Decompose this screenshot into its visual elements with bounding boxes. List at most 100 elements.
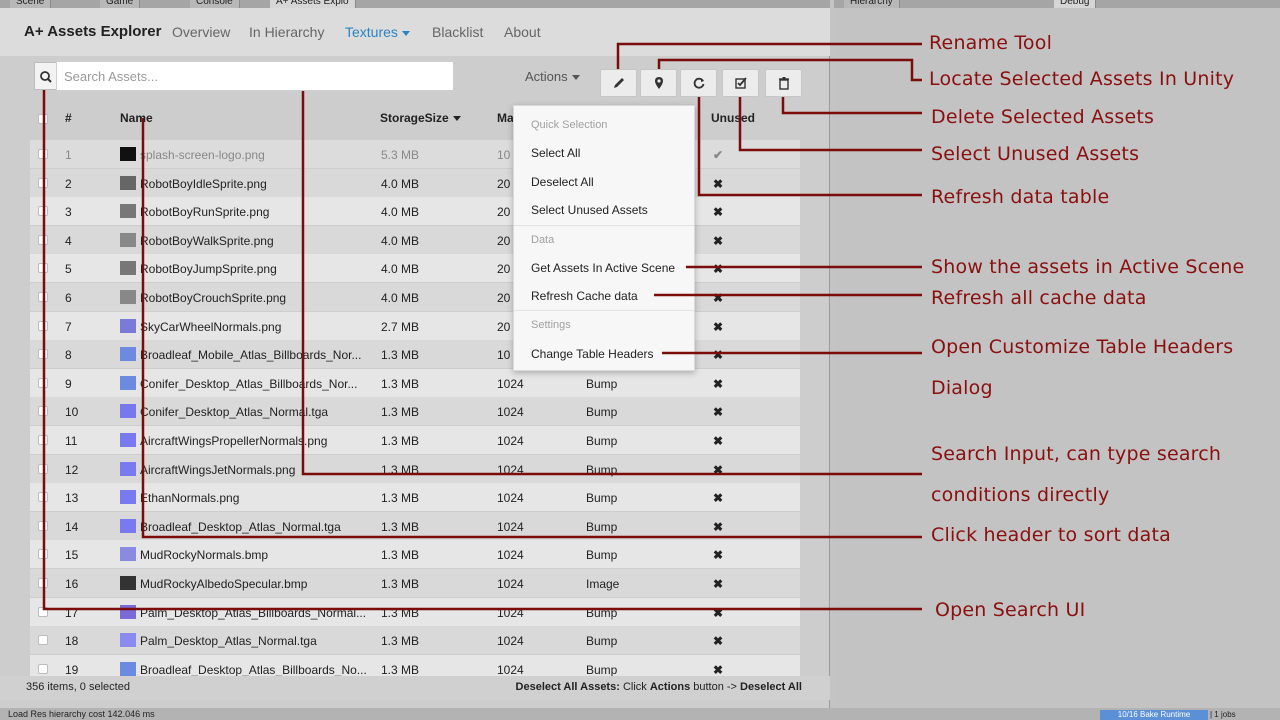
header-unused[interactable]: Unused xyxy=(711,111,755,125)
row-storage-size: 1.3 MB xyxy=(381,462,420,477)
row-max-size: 1024 xyxy=(497,491,524,506)
table-row[interactable]: 9 Conifer_Desktop_Atlas_Billboards_Nor...… xyxy=(30,368,800,397)
row-checkbox[interactable] xyxy=(38,492,48,503)
tab-game[interactable]: Game xyxy=(100,0,141,8)
row-checkbox[interactable] xyxy=(38,177,48,188)
row-unused-flag: ✖ xyxy=(712,605,724,620)
row-checkbox[interactable] xyxy=(38,292,48,302)
select-unused-button[interactable] xyxy=(722,69,759,97)
row-checkbox[interactable] xyxy=(38,377,48,388)
table-row[interactable]: 18 Palm_Desktop_Atlas_Normal.tga 1.3 MB 102… xyxy=(30,626,800,655)
texture-thumbnail xyxy=(120,375,136,390)
table-row[interactable]: 16 MudRockyAlbedoSpecular.bmp 1.3 MB 1024 Im… xyxy=(30,569,800,597)
texture-thumbnail xyxy=(120,547,136,562)
nav-textures[interactable]: Textures xyxy=(345,24,410,40)
texture-thumbnail xyxy=(120,347,136,362)
tab-console[interactable]: Console xyxy=(190,0,240,8)
row-number: 2 xyxy=(65,176,72,191)
row-type: Image xyxy=(586,577,620,591)
row-checkbox[interactable] xyxy=(38,463,48,474)
row-name: Palm_Desktop_Atlas_Billboards_Normal... xyxy=(140,605,367,620)
row-unused-flag: ✖ xyxy=(712,348,724,363)
search-input[interactable] xyxy=(56,61,454,91)
locate-button[interactable] xyxy=(640,69,677,97)
rename-button[interactable] xyxy=(600,69,637,97)
row-checkbox[interactable] xyxy=(38,320,48,331)
annot-open-search: Open Search UI xyxy=(935,599,1086,621)
header-num[interactable]: # xyxy=(65,111,72,125)
row-storage-size: 1.3 MB xyxy=(381,405,420,420)
table-row[interactable]: 15 MudRockyNormals.bmp 1.3 MB 1024 Bump ✖ xyxy=(30,540,800,569)
menu-refresh-cache[interactable]: Refresh Cache data xyxy=(531,289,638,303)
tab-hierarchy[interactable]: Hierarchy xyxy=(844,0,900,8)
nav-in-hierarchy[interactable]: In Hierarchy xyxy=(249,24,324,40)
table-row[interactable]: 17 Palm_Desktop_Atlas_Billboards_Normal..… xyxy=(30,597,800,626)
row-checkbox[interactable] xyxy=(38,606,48,617)
row-storage-size: 1.3 MB xyxy=(381,605,420,620)
row-name: RobotBoyCrouchSprite.png xyxy=(140,291,287,305)
header-storage-size[interactable]: StorageSize xyxy=(380,111,461,125)
tab-scene[interactable]: Scene xyxy=(10,0,52,8)
select-all-checkbox[interactable] xyxy=(38,114,48,124)
row-checkbox[interactable] xyxy=(38,206,48,217)
table-row[interactable]: 11 AircraftWingsPropellerNormals.png 1.3 M… xyxy=(30,426,800,454)
delete-button[interactable] xyxy=(765,69,802,97)
row-unused-flag: ✖ xyxy=(712,519,724,534)
menu-deselect-all[interactable]: Deselect All xyxy=(531,175,594,189)
row-unused-flag: ✖ xyxy=(712,634,724,649)
table-row[interactable]: 10 Conifer_Desktop_Atlas_Normal.tga 1.3 MB… xyxy=(30,397,800,426)
annot-open-headers: Open Customize Table Headers xyxy=(931,336,1234,358)
annot-refresh-table: Refresh data table xyxy=(931,186,1110,208)
row-number: 3 xyxy=(65,205,72,220)
menu-get-active-scene[interactable]: Get Assets In Active Scene xyxy=(531,261,675,275)
header-storage-size-label: StorageSize xyxy=(380,111,449,125)
header-max[interactable]: Ma xyxy=(497,111,514,125)
table-row[interactable]: 13 EthanNormals.png 1.3 MB 1024 Bump ✖ xyxy=(30,483,800,512)
annot-refresh-cache: Refresh all cache data xyxy=(931,287,1147,309)
hint-actions: Actions xyxy=(649,681,691,693)
nav-blacklist[interactable]: Blacklist xyxy=(432,24,483,40)
row-checkbox[interactable] xyxy=(38,234,48,245)
row-unused-flag: ✖ xyxy=(712,233,724,248)
hint-mid1: Click xyxy=(619,681,650,693)
menu-select-all[interactable]: Select All xyxy=(531,146,580,160)
row-max-size: 1024 xyxy=(497,605,524,620)
row-checkbox[interactable] xyxy=(38,149,48,159)
actions-dropdown-button[interactable]: Actions xyxy=(525,69,580,84)
nav-about[interactable]: About xyxy=(504,24,541,40)
row-max-size: 1024 xyxy=(497,548,524,563)
tab-assets-explorer[interactable]: A+ Assets Explo xyxy=(270,0,356,8)
row-name: AircraftWingsJetNormals.png xyxy=(140,462,296,477)
row-storage-size: 4.0 MB xyxy=(381,176,420,191)
menu-change-headers[interactable]: Change Table Headers xyxy=(531,347,654,361)
row-checkbox[interactable] xyxy=(38,663,48,674)
row-checkbox[interactable] xyxy=(38,635,48,646)
refresh-button[interactable] xyxy=(680,69,717,97)
row-checkbox[interactable] xyxy=(38,435,48,445)
row-checkbox[interactable] xyxy=(38,349,48,360)
annot-open-headers-2: Dialog xyxy=(931,377,993,399)
row-storage-size: 1.3 MB xyxy=(381,376,420,391)
row-name: EthanNormals.png xyxy=(140,491,240,506)
table-row[interactable]: 12 AircraftWingsJetNormals.png 1.3 MB 1024 B… xyxy=(30,454,800,483)
sort-down-icon xyxy=(452,116,461,122)
unity-tab-strip: Scene Game Console A+ Assets Explo xyxy=(0,0,830,8)
table-row[interactable]: 14 Broadleaf_Desktop_Atlas_Normal.tga 1.3 … xyxy=(30,511,800,540)
row-checkbox[interactable] xyxy=(38,406,48,417)
row-checkbox[interactable] xyxy=(38,549,48,560)
row-checkbox[interactable] xyxy=(38,520,48,531)
actions-label: Actions xyxy=(525,69,568,84)
row-number: 13 xyxy=(65,491,79,506)
annot-show-active: Show the assets in Active Scene xyxy=(931,256,1245,278)
tab-debug[interactable]: Debug xyxy=(1054,0,1097,8)
header-name[interactable]: Name xyxy=(120,111,153,125)
row-storage-size: 1.3 MB xyxy=(381,434,420,448)
open-search-button[interactable] xyxy=(34,62,56,90)
row-name: Palm_Desktop_Atlas_Normal.tga xyxy=(140,634,317,649)
nav-overview[interactable]: Overview xyxy=(172,24,230,40)
menu-select-unused[interactable]: Select Unused Assets xyxy=(531,203,648,217)
row-checkbox[interactable] xyxy=(38,263,48,274)
row-unused-flag: ✖ xyxy=(712,176,724,191)
row-checkbox[interactable] xyxy=(38,578,48,588)
annot-delete: Delete Selected Assets xyxy=(931,106,1155,128)
